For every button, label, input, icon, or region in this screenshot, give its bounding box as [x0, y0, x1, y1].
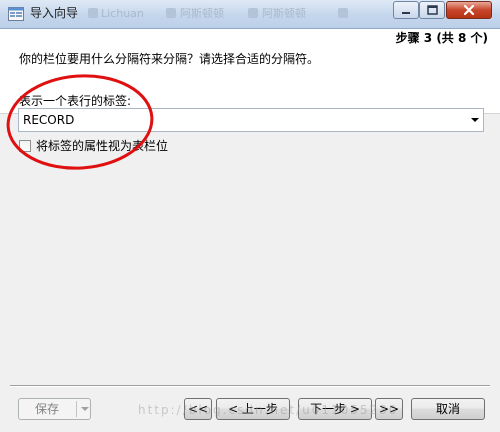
step-indicator: 步骤 3 (共 8 个): [395, 31, 488, 45]
ghost-app-icon: [248, 8, 258, 18]
wizard-header: 步骤 3 (共 8 个) 你的栏位要用什么分隔符来分隔？请选择合适的分隔符。 表…: [0, 29, 500, 113]
first-step-button[interactable]: <<: [184, 398, 212, 420]
ghost-app-icon: [88, 8, 98, 18]
minimize-icon: [402, 12, 410, 14]
ghost-title-1: Lichuan: [101, 7, 144, 20]
attribute-as-field-checkbox[interactable]: [19, 140, 31, 152]
title-bar[interactable]: 导入向导 Lichuan 阿斯顿顿 阿斯顿顿: [0, 0, 500, 29]
next-step-button[interactable]: 下一步 >: [298, 398, 372, 420]
close-icon: [463, 4, 475, 16]
maximize-icon: [427, 5, 438, 15]
cancel-button[interactable]: 取消: [411, 398, 485, 420]
split-divider: [76, 401, 77, 417]
step-question: 你的栏位要用什么分隔符来分隔？请选择合适的分隔符。: [19, 52, 320, 66]
prev-step-button[interactable]: < 上一步: [216, 398, 290, 420]
last-step-button[interactable]: >>: [375, 398, 403, 420]
close-button[interactable]: [446, 1, 492, 19]
import-wizard-window: 导入向导 Lichuan 阿斯顿顿 阿斯顿顿 步骤 3 (共 8 个) 你的栏位…: [0, 0, 500, 432]
minimize-button[interactable]: [393, 1, 419, 19]
save-split-button[interactable]: 保存: [18, 398, 91, 420]
window-title: 导入向导: [30, 6, 79, 20]
record-tag-value: RECORD: [23, 113, 75, 127]
footer-divider: [10, 385, 490, 387]
ghost-app-icon: [166, 8, 176, 18]
record-tag-select[interactable]: RECORD: [18, 108, 484, 132]
ghost-title-2: 阿斯顿顿: [180, 7, 224, 20]
save-button-label: 保存: [34, 402, 59, 416]
ghost-title-3: 阿斯顿顿: [262, 7, 306, 20]
ghost-app-icon: [338, 8, 348, 18]
chevron-down-icon[interactable]: [81, 407, 89, 411]
attribute-as-field-label[interactable]: 将标签的属性视为表栏位: [36, 139, 168, 154]
chevron-down-icon[interactable]: [471, 118, 479, 122]
maximize-button[interactable]: [419, 1, 445, 19]
import-wizard-icon: [8, 6, 24, 21]
record-tag-label: 表示一个表行的标签:: [19, 94, 132, 108]
